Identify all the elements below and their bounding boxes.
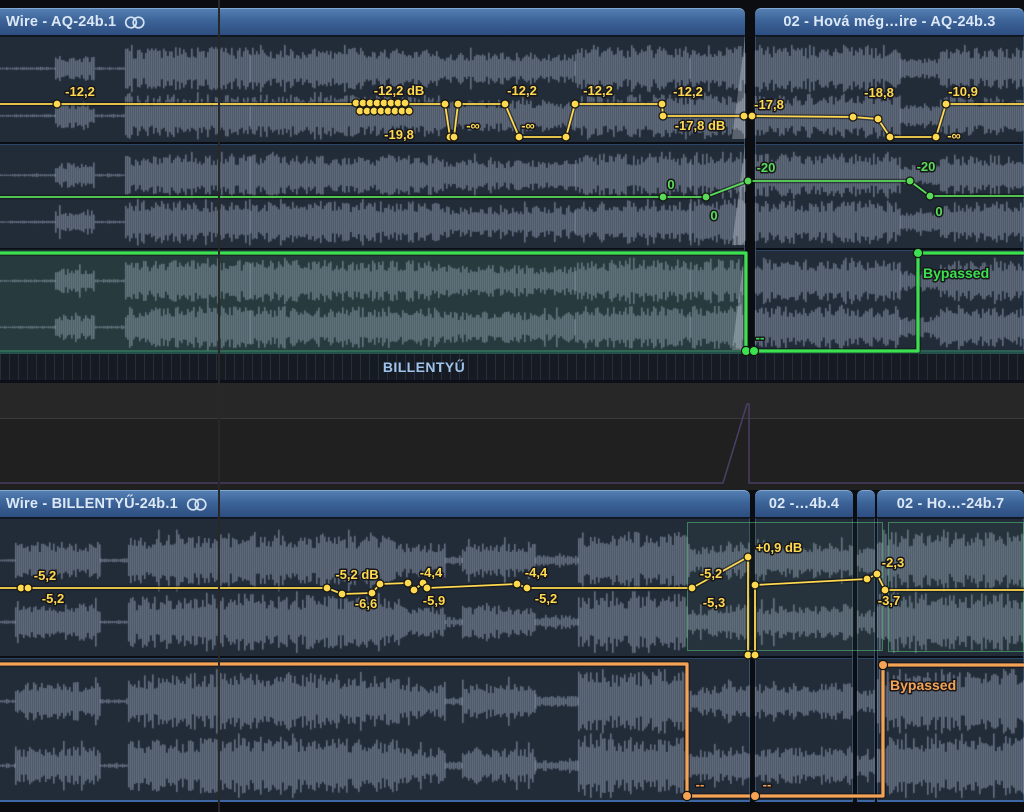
- automation-point[interactable]: [751, 581, 759, 589]
- automation-value-label: -20: [757, 160, 776, 175]
- automation-value-label: -12,2: [507, 83, 537, 98]
- automation-value-label: -19,8: [384, 127, 414, 142]
- automation-value-label: --: [756, 330, 765, 345]
- automation-value-label: 0: [667, 177, 674, 192]
- automation-value-label: +0,9 dB: [756, 540, 803, 555]
- automation-value-label: -5,2: [535, 591, 557, 606]
- automation-point[interactable]: [501, 100, 509, 108]
- automation-value-label: -10,9: [948, 84, 978, 99]
- automation-bypassed-tag: Bypassed: [923, 265, 989, 281]
- automation-point[interactable]: [410, 586, 418, 594]
- automation-value-label: -4,4: [525, 565, 548, 580]
- automation-point[interactable]: [571, 100, 579, 108]
- automation-point[interactable]: [873, 570, 881, 578]
- automation-point[interactable]: [874, 115, 882, 123]
- automation-point[interactable]: [886, 133, 894, 141]
- automation-value-label: -12,2: [673, 84, 703, 99]
- automation-point[interactable]: [744, 553, 752, 561]
- automation-point[interactable]: [751, 651, 759, 659]
- automation-value-label: -5,2: [34, 568, 56, 583]
- automation-point[interactable]: [942, 100, 950, 108]
- automation-point[interactable]: [24, 584, 32, 592]
- top_pan-line[interactable]: [0, 181, 1024, 197]
- automation-value-label: -3,7: [878, 593, 900, 608]
- automation-value-label: -5,3: [703, 595, 725, 610]
- bottom_volume-line-outline: [0, 557, 1024, 655]
- automation-point[interactable]: [515, 133, 523, 141]
- automation-point[interactable]: [744, 177, 752, 185]
- automation-point[interactable]: [405, 107, 413, 115]
- automation-value-label: -17,8 dB: [675, 118, 726, 133]
- automation-value-label: -17,8: [754, 97, 784, 112]
- automation-point[interactable]: [562, 133, 570, 141]
- automation-value-label: -12,2: [65, 84, 95, 99]
- automation-point[interactable]: [423, 584, 431, 592]
- automation-point[interactable]: [906, 177, 914, 185]
- automation-point[interactable]: [454, 100, 462, 108]
- fade-out-triangle[interactable]: [732, 251, 745, 350]
- automation-point[interactable]: [702, 193, 710, 201]
- automation-value-label: -4,4: [420, 565, 443, 580]
- automation-point[interactable]: [523, 584, 531, 592]
- automation-point[interactable]: [450, 133, 458, 141]
- automation-value-label: -5,9: [423, 593, 445, 608]
- bottom_volume-line[interactable]: [0, 557, 1024, 655]
- automation-point[interactable]: [53, 100, 61, 108]
- automation-point[interactable]: [748, 112, 756, 120]
- arrange-area: BILLENTYŰ Wire - AQ-24b.1 02 - Hová még……: [0, 0, 1024, 812]
- automation-point[interactable]: [659, 112, 667, 120]
- automation-point[interactable]: [878, 660, 887, 669]
- top_pan-line-outline: [0, 181, 1024, 197]
- automation-point[interactable]: [849, 113, 857, 121]
- automation-point[interactable]: [658, 100, 666, 108]
- automation-value-label: -5,2: [700, 566, 722, 581]
- automation-value-label: -2,3: [882, 555, 904, 570]
- automation-point[interactable]: [682, 791, 691, 800]
- automation-point[interactable]: [749, 346, 758, 355]
- bottom_bypass-line[interactable]: [0, 664, 1024, 796]
- automation-value-label: 0: [710, 208, 717, 223]
- automation-value-label: -∞: [521, 118, 535, 133]
- automation-value-label: -12,2 dB: [374, 83, 425, 98]
- automation-bypassed-tag: Bypassed: [890, 677, 956, 693]
- automation-point[interactable]: [932, 133, 940, 141]
- automation-point[interactable]: [404, 579, 412, 587]
- bottom_bypass-line-outline: [0, 664, 1024, 796]
- hidden_purple-line[interactable]: [0, 404, 1024, 483]
- automation-point[interactable]: [513, 580, 521, 588]
- fade-out-triangle[interactable]: [732, 38, 745, 139]
- automation-value-label: -∞: [466, 118, 480, 133]
- automation-point[interactable]: [688, 584, 696, 592]
- automation-value-label: -5,2 dB: [335, 567, 378, 582]
- automation-value-label: --: [763, 777, 772, 792]
- automation-point[interactable]: [338, 590, 346, 598]
- automation-point[interactable]: [863, 575, 871, 583]
- playhead[interactable]: [218, 0, 220, 812]
- automation-point[interactable]: [926, 192, 934, 200]
- automation-point[interactable]: [659, 193, 667, 201]
- automation-value-label: -5,2: [42, 591, 64, 606]
- automation-value-label: -6,6: [355, 596, 377, 611]
- automation-value-label: 0: [935, 204, 942, 219]
- automation-value-label: -18,8: [864, 85, 894, 100]
- automation-value-label: --: [696, 777, 705, 792]
- automation-point[interactable]: [441, 100, 449, 108]
- automation-point[interactable]: [913, 248, 922, 257]
- automation-value-label: -20: [917, 159, 936, 174]
- automation-value-label: -∞: [947, 128, 961, 143]
- automation-point[interactable]: [323, 584, 331, 592]
- fade-out-triangle[interactable]: [732, 145, 745, 245]
- automation-point[interactable]: [750, 791, 759, 800]
- top_bypass-line-outline: [0, 253, 1024, 351]
- top_bypass-line[interactable]: [0, 253, 1024, 351]
- automation-value-label: -12,2: [583, 83, 613, 98]
- automation-point[interactable]: [740, 112, 748, 120]
- automation-point[interactable]: [401, 99, 409, 107]
